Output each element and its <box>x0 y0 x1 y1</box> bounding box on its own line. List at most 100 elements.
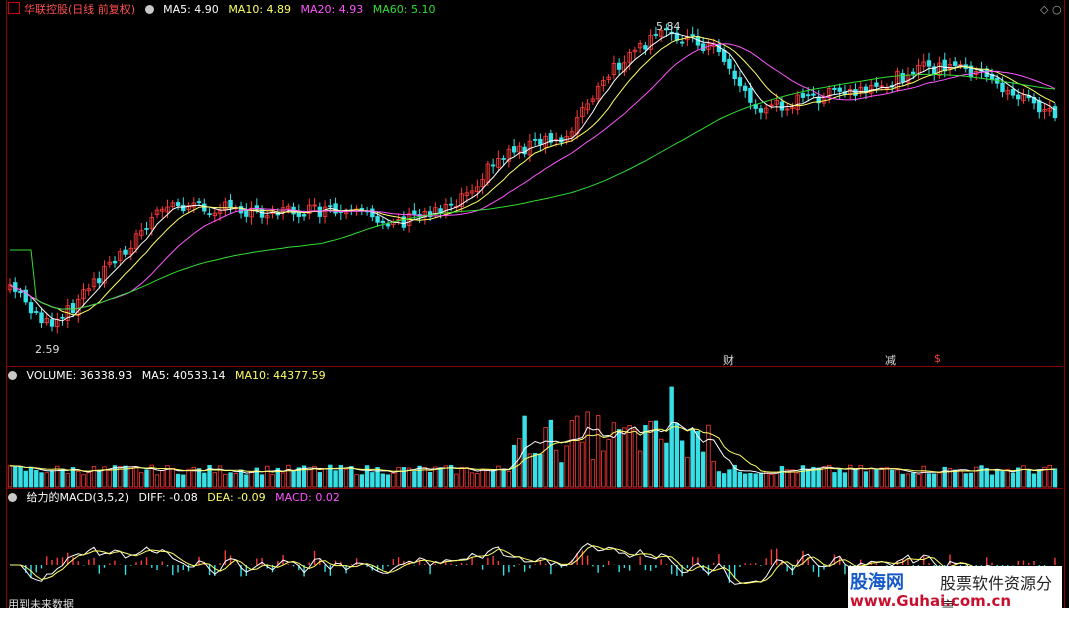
candle-body <box>742 85 748 91</box>
volume-bar <box>690 429 695 488</box>
volume-bar <box>543 427 548 488</box>
volume-bar <box>968 472 974 488</box>
volume-bar <box>721 473 727 488</box>
candle-body <box>748 87 753 103</box>
volume-bar <box>469 472 475 488</box>
volume-bar <box>186 468 191 488</box>
candle-body <box>532 138 538 141</box>
event-marker-finance[interactable]: 财 <box>723 352 734 368</box>
volume-bar <box>133 466 139 488</box>
volume-bar <box>953 469 958 488</box>
candle-body <box>144 228 149 230</box>
event-marker-reduce[interactable]: 减 <box>885 352 896 368</box>
volume-bar <box>144 469 149 488</box>
candle-body <box>196 201 202 204</box>
volume-bar <box>65 473 70 488</box>
volume-bar <box>984 467 989 488</box>
candle-body <box>1052 106 1058 119</box>
volume-bar <box>716 471 722 488</box>
volume-bar <box>448 465 454 488</box>
volume-bar <box>485 469 491 488</box>
footer-bar <box>0 608 1069 620</box>
volume-bar <box>60 468 65 488</box>
candle-body <box>737 77 743 87</box>
volume-bar <box>979 465 984 488</box>
volume-bar <box>391 472 396 488</box>
candle-body <box>380 220 386 224</box>
volume-bar <box>674 423 680 488</box>
volume-bar <box>874 469 879 488</box>
volume-bar <box>443 465 449 488</box>
candle-body <box>490 164 496 167</box>
volume-bar <box>427 471 433 488</box>
volume-bar <box>1000 470 1005 488</box>
candle-body <box>375 216 380 223</box>
candle-body <box>60 316 65 319</box>
candle-body <box>28 302 34 314</box>
volume-bar <box>44 472 49 488</box>
volume-bar <box>958 469 963 488</box>
volume-bar <box>223 473 228 488</box>
volume-bar <box>13 465 18 488</box>
candlestick-chart[interactable] <box>0 0 1069 620</box>
volume-bar <box>475 473 480 488</box>
volume-bar <box>753 473 758 488</box>
candle-body <box>911 71 916 75</box>
volume-bar <box>322 468 328 488</box>
collapse-icon[interactable]: ◇ <box>1040 3 1048 16</box>
volume-bar <box>202 472 207 488</box>
volume-bar <box>501 469 506 488</box>
volume-bar <box>890 469 895 488</box>
expand-icon[interactable]: ○ <box>1052 3 1062 16</box>
volume-bar <box>91 465 97 488</box>
candle-body <box>1010 88 1016 96</box>
volume-bar <box>853 469 858 488</box>
candle-body <box>448 203 454 206</box>
watermark-brand: 股海网 <box>850 572 904 593</box>
candle-body <box>385 223 391 227</box>
volume-bar <box>580 441 585 488</box>
candle-body <box>228 199 233 208</box>
volume-bar <box>212 472 217 488</box>
candle-body <box>296 211 302 217</box>
event-marker-dividend[interactable]: $ <box>934 352 941 365</box>
candle-body <box>511 146 517 153</box>
volume-bar <box>286 464 291 488</box>
volume-bar <box>233 473 239 488</box>
candle-body <box>70 303 76 313</box>
candle-body <box>679 41 685 44</box>
volume-bar <box>911 472 916 488</box>
volume-bar <box>863 471 869 488</box>
volume-bar <box>154 474 160 488</box>
candle-body <box>538 138 543 145</box>
volume-bar <box>343 468 349 488</box>
volume-bar <box>1037 469 1042 488</box>
volume-bar <box>317 472 323 488</box>
volume-bar <box>527 453 533 488</box>
volume-bar <box>937 472 942 488</box>
volume-bar <box>1026 469 1031 488</box>
volume-bar <box>349 466 354 488</box>
candle-body <box>690 34 695 37</box>
volume-bar <box>737 471 743 488</box>
candle-body <box>112 260 118 264</box>
volume-bar <box>34 470 39 488</box>
candle-body <box>181 204 186 212</box>
volume-bar <box>97 469 102 488</box>
volume-bar <box>932 473 937 488</box>
volume-bar <box>706 424 711 488</box>
volume-bar <box>837 468 842 488</box>
watermark-logo: 股海网 股票软件资源分享 www.Guhai.com.cn <box>848 566 1062 617</box>
volume-bar <box>569 420 575 488</box>
volume-bar <box>438 467 443 488</box>
volume-bar <box>1010 472 1016 488</box>
volume-bar <box>375 467 380 488</box>
volume-bar <box>900 473 905 488</box>
volume-bar <box>1031 473 1037 488</box>
candle-body <box>438 208 443 213</box>
volume-bar <box>627 425 632 488</box>
volume-bar <box>39 472 44 488</box>
candle-body <box>97 278 102 284</box>
volume-bar <box>769 473 774 488</box>
volume-bar <box>632 428 638 488</box>
